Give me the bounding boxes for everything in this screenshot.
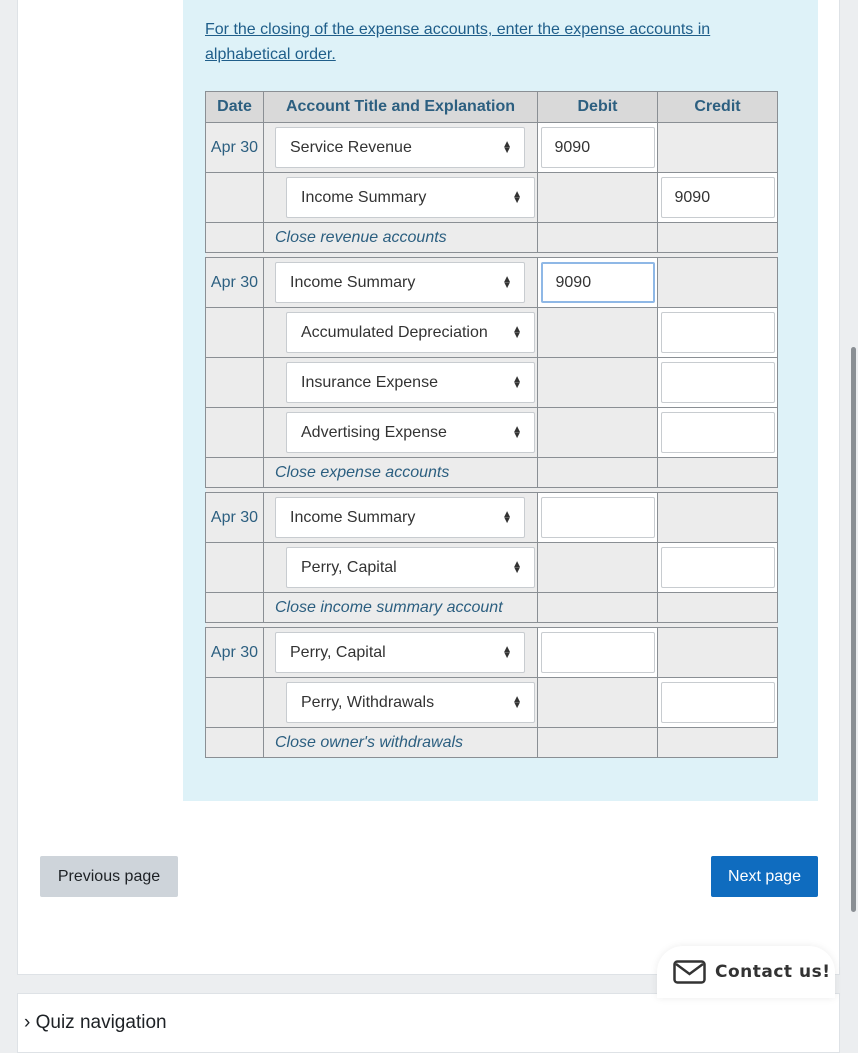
debit-account-select[interactable]: Income Summary ▲ ▼ xyxy=(275,262,525,303)
select-arrows-icon: ▲ ▼ xyxy=(512,323,522,341)
debit-account-select[interactable]: Service Revenue ▲ ▼ xyxy=(275,127,525,168)
select-arrows-icon: ▲ ▼ xyxy=(502,273,512,291)
instruction-text: For the closing of the expense accounts,… xyxy=(205,21,711,63)
debit-account-select[interactable]: Perry, Capital ▲ ▼ xyxy=(275,632,525,673)
debit-amount-input[interactable] xyxy=(540,497,655,538)
quiz-navigation-label[interactable]: › Quiz navigation xyxy=(24,1012,167,1034)
table-row: Accumulated Depreciation ▲ ▼ xyxy=(205,307,778,358)
previous-page-button[interactable]: Previous page xyxy=(40,856,178,897)
table-row: Apr 30 Perry, Capital ▲ ▼ xyxy=(205,627,778,678)
entry-date: Apr 30 xyxy=(205,492,264,543)
table-row: Perry, Withdrawals ▲ ▼ xyxy=(205,677,778,728)
select-arrows-icon: ▲ ▼ xyxy=(502,643,512,661)
credit-amount-input[interactable] xyxy=(660,547,775,588)
table-row: Income Summary ▲ ▼ xyxy=(205,172,778,223)
explanation-text: Close owner's withdrawals xyxy=(263,727,538,758)
contact-label: Contact us! xyxy=(715,962,831,982)
debit-account-select[interactable]: Income Summary ▲ ▼ xyxy=(275,497,525,538)
explanation-row: Close income summary account xyxy=(205,592,778,623)
credit-amount-input[interactable] xyxy=(660,177,775,218)
table-header-row: Date Account Title and Explanation Debit… xyxy=(205,91,778,123)
explanation-text: Close expense accounts xyxy=(263,457,538,488)
header-date: Date xyxy=(205,91,264,123)
table-row: Apr 30 Income Summary ▲ ▼ xyxy=(205,257,778,308)
explanation-row: Close expense accounts xyxy=(205,457,778,488)
credit-account-select[interactable]: Income Summary ▲ ▼ xyxy=(286,177,535,218)
entry-date: Apr 30 xyxy=(205,257,264,308)
select-arrows-icon: ▲ ▼ xyxy=(512,558,522,576)
debit-amount-input[interactable] xyxy=(540,632,655,673)
header-account: Account Title and Explanation xyxy=(263,91,538,123)
table-row: Insurance Expense ▲ ▼ xyxy=(205,357,778,408)
credit-amount-input[interactable] xyxy=(660,682,775,723)
entry-date: Apr 30 xyxy=(205,627,264,678)
select-arrows-icon: ▲ ▼ xyxy=(502,138,512,156)
credit-account-select[interactable]: Accumulated Depreciation ▲ ▼ xyxy=(286,312,535,353)
table-row: Advertising Expense ▲ ▼ xyxy=(205,407,778,458)
journal-table: Date Account Title and Explanation Debit… xyxy=(205,91,778,758)
credit-amount-input[interactable] xyxy=(660,412,775,453)
next-page-button[interactable]: Next page xyxy=(711,856,818,897)
select-arrows-icon: ▲ ▼ xyxy=(512,423,522,441)
credit-account-select[interactable]: Advertising Expense ▲ ▼ xyxy=(286,412,535,453)
select-arrows-icon: ▲ ▼ xyxy=(512,693,522,711)
table-row: Apr 30 Service Revenue ▲ ▼ xyxy=(205,122,778,173)
credit-account-select[interactable]: Perry, Withdrawals ▲ ▼ xyxy=(286,682,535,723)
entry-date: Apr 30 xyxy=(205,122,264,173)
credit-account-select[interactable]: Insurance Expense ▲ ▼ xyxy=(286,362,535,403)
table-row: Perry, Capital ▲ ▼ xyxy=(205,542,778,593)
header-debit: Debit xyxy=(537,91,658,123)
envelope-icon xyxy=(673,960,706,984)
explanation-row: Close owner's withdrawals xyxy=(205,727,778,758)
debit-amount-input[interactable] xyxy=(540,262,655,303)
scrollbar[interactable] xyxy=(851,347,856,912)
header-credit: Credit xyxy=(657,91,778,123)
explanation-row: Close revenue accounts xyxy=(205,222,778,253)
select-arrows-icon: ▲ ▼ xyxy=(502,508,512,526)
credit-amount-input[interactable] xyxy=(660,312,775,353)
select-arrows-icon: ▲ ▼ xyxy=(512,373,522,391)
explanation-text: Close income summary account xyxy=(263,592,538,623)
debit-amount-input[interactable] xyxy=(540,127,655,168)
select-arrows-icon: ▲ ▼ xyxy=(512,188,522,206)
credit-account-select[interactable]: Perry, Capital ▲ ▼ xyxy=(286,547,535,588)
credit-amount-input[interactable] xyxy=(660,362,775,403)
table-row: Apr 30 Income Summary ▲ ▼ xyxy=(205,492,778,543)
contact-us-button[interactable]: Contact us! xyxy=(657,946,835,998)
explanation-text: Close revenue accounts xyxy=(263,222,538,253)
